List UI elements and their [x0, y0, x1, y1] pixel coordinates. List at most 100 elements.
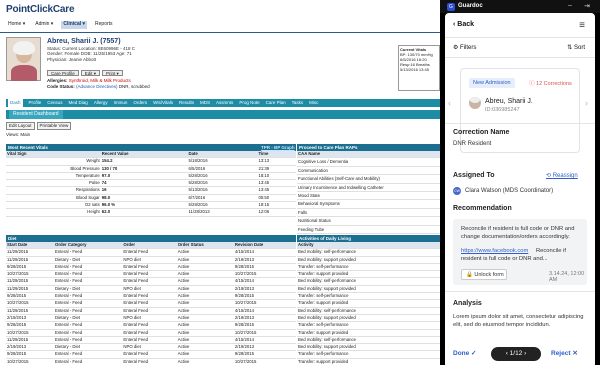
tab-wts-vitals[interactable]: Wts/Vitals	[153, 99, 173, 107]
menu-reports[interactable]: Reports	[93, 21, 115, 29]
tab-results[interactable]: Results	[179, 99, 194, 107]
table-cell: Temperature	[6, 172, 101, 181]
patient-name: Abreu, Sharii J. (7557)	[47, 38, 121, 45]
unlock-form-button[interactable]: 🔒 Unlock form	[461, 269, 507, 280]
adl-header: Activity	[297, 242, 440, 250]
tab-care-plan[interactable]: Care Plan	[266, 99, 286, 107]
edit-button[interactable]: Edit ▾	[80, 70, 101, 76]
caa-item[interactable]: Nutritional Status	[297, 216, 440, 226]
print-button[interactable]: Print ▾	[102, 70, 123, 76]
tab-orders[interactable]: Orders	[133, 99, 147, 107]
caa-item[interactable]: Cognitive Loss / Dementia	[297, 157, 440, 167]
reassign-link[interactable]: ⟲ Reassign	[546, 172, 578, 179]
next-patient-icon[interactable]: ›	[585, 98, 588, 108]
table-row: Transfer: support provided	[297, 299, 440, 308]
hamburger-menu-icon[interactable]: ≡	[579, 20, 585, 31]
table-row: 11/29/2015 Enteral - Feed Enteral Feed Acti…	[6, 277, 296, 286]
printable-view-button[interactable]: Printable View	[36, 122, 72, 130]
edit-layout-button[interactable]: Edit Layout	[6, 122, 35, 130]
tab-allergy[interactable]: Allergy	[94, 99, 108, 107]
caa-item[interactable]: Urinary Incontinence and Indwelling Cath…	[297, 183, 440, 192]
menu-home[interactable]: Home ▾	[6, 21, 27, 29]
table-cell: 9/28/2015	[233, 292, 296, 301]
caa-panel-title[interactable]: Proceed to Care Plan RAPs	[299, 145, 358, 150]
table-row: Bed mobility: support provided	[297, 256, 440, 264]
table-cell: 12:06	[257, 208, 296, 217]
tab-assmnts[interactable]: Assmnts	[216, 99, 233, 107]
caa-item[interactable]: Communication	[297, 166, 440, 176]
tab-tasks[interactable]: Tasks	[292, 99, 304, 107]
table-cell: 97.0	[100, 172, 188, 181]
tpr-bp-graph-link[interactable]: TPR - BP Graph	[261, 144, 295, 151]
pointclickcare-logo: PointClickCare	[6, 4, 75, 15]
table-row: Transfer: self-performance	[297, 263, 440, 272]
table-cell: 10/27/2015	[6, 299, 54, 308]
adl-item: Bed mobility: support provided	[297, 343, 440, 352]
back-button[interactable]: ‹ Back	[453, 21, 474, 28]
reject-button[interactable]: Reject ✕	[551, 349, 578, 357]
guardoc-title: Guardoc	[458, 3, 483, 9]
table-cell: Enteral Feed	[122, 307, 177, 315]
table-cell: 16	[100, 186, 188, 195]
column-header: Order Category	[53, 242, 123, 250]
patient-avatar	[469, 97, 481, 109]
minimize-icon[interactable]: –	[568, 2, 572, 9]
current-vitals-line: 5/13/2016 13:45	[400, 67, 429, 72]
table-cell: 18:10	[257, 172, 296, 181]
table-cell: 11/29/2015	[6, 307, 54, 315]
caa-item[interactable]: Feeding Tube	[297, 225, 440, 234]
table-row: 11/29/2015 Enteral - Feed Enteral Feed Acti…	[6, 248, 296, 257]
table-row: Bed mobility: self-performance	[297, 277, 440, 286]
done-button[interactable]: Done ✓	[453, 349, 477, 357]
guardoc-titlebar: G Guardoc – ⇥	[440, 0, 600, 13]
care-profile-button[interactable]: Care Profile	[47, 70, 79, 76]
corrections-count: 12 Corrections	[536, 81, 572, 87]
table-cell: Enteral - Feed	[53, 358, 123, 365]
assigned-to-label: Assigned To	[453, 172, 495, 179]
advance-directives-link[interactable]: (Advance Directives)	[76, 84, 118, 89]
caa-item[interactable]: Behavioral Symptoms	[297, 199, 440, 209]
caa-item[interactable]: Functional Abilities (Self-Care and Mobi…	[297, 174, 440, 184]
tab-dash[interactable]: Dash	[8, 99, 23, 107]
table-cell: Active	[176, 263, 234, 272]
table-row: 11/29/2015 Enteral - Feed Enteral Feed Acti…	[6, 336, 296, 345]
caa-table: CAA Name Cognitive Loss / Dementia Commun…	[297, 151, 440, 243]
menu-admin[interactable]: Admin ▾	[33, 21, 55, 29]
table-row: 9/28/2015 Enteral - Feed Enteral Feed Activ…	[6, 292, 296, 301]
tab-profile[interactable]: Profile	[29, 99, 42, 107]
previous-patient-icon[interactable]: ‹	[448, 98, 451, 108]
table-row: Blood Pressure 130 / 70 6/5/2016 21:39	[6, 165, 296, 173]
filters-button[interactable]: ⚙ Filters	[453, 44, 476, 51]
menu-clinical[interactable]: Clinical ▾	[61, 21, 88, 29]
unlock-form-label: Unlock form	[474, 272, 504, 278]
table-cell: 5/28/2016	[187, 172, 258, 181]
tab-mds[interactable]: MDS	[200, 99, 210, 107]
tab-misc[interactable]: Misc	[309, 99, 318, 107]
sort-button[interactable]: ⇅ Sort	[567, 44, 585, 51]
table-cell: Active	[176, 248, 234, 257]
table-row: Transfer: support provided	[297, 358, 440, 365]
table-cell: Enteral - Feed	[53, 299, 123, 308]
table-cell: NPO diet	[122, 314, 177, 323]
adl-item: Transfer: support provided	[297, 299, 440, 308]
tab-census[interactable]: Census	[47, 99, 62, 107]
tab-med-diag[interactable]: Med Diag	[69, 99, 88, 107]
table-cell: NPO diet	[122, 285, 177, 294]
caa-item[interactable]: Mood State	[297, 191, 440, 201]
caa-item[interactable]: Falls	[297, 208, 440, 218]
table-cell: Enteral Feed	[122, 350, 177, 359]
pager[interactable]: ‹ 1/12 ›	[491, 347, 541, 361]
views-selector[interactable]: Views: Main	[6, 132, 30, 137]
tab-immun[interactable]: Immun	[114, 99, 128, 107]
warning-circle-icon: ⓘ	[529, 81, 537, 87]
table-cell: 4/15/2014	[233, 277, 296, 286]
table-row: 10/27/2015 Enteral - Feed Enteral Feed Acti…	[6, 358, 296, 365]
adl-item: Bed mobility: support provided	[297, 314, 440, 323]
tab-prog-note[interactable]: Prog Note	[239, 99, 259, 107]
recommendation-link[interactable]: https://www.facebook.com	[461, 248, 528, 254]
table-row: 10/27/2015 Enteral - Feed Enteral Feed Acti…	[6, 299, 296, 308]
pager-next-icon[interactable]: ›	[522, 350, 526, 357]
table-row: Bed mobility: self-performance	[297, 336, 440, 345]
table-cell: Blood Pressure	[6, 165, 101, 173]
collapse-panel-icon[interactable]: ⇥	[584, 2, 590, 10]
